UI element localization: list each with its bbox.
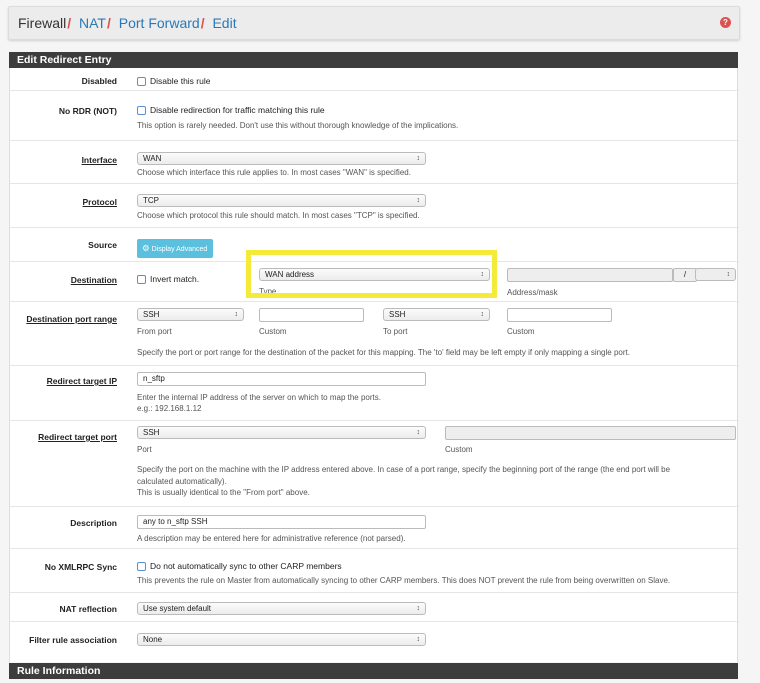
invert-match-label: Invert match. (150, 274, 200, 284)
select-arrows-icon: ↕ (416, 197, 421, 204)
redirect-ip-input[interactable]: n_sftp (137, 372, 426, 386)
no-xmlrpc-checkbox-label: Do not automatically sync to other CARP … (150, 561, 342, 571)
question-icon[interactable]: ? (720, 17, 731, 28)
from-port-custom-caption: Custom (259, 327, 287, 336)
redirect-port-value: SSH (143, 428, 160, 437)
redirect-port-custom-caption: Custom (445, 445, 473, 454)
source-label: Source (88, 240, 117, 250)
redirect-ip-label: Redirect target IP (46, 376, 117, 386)
rule-information-heading: Rule Information (9, 663, 738, 679)
row-redirect-ip: Redirect target IP n_sftp Enter the inte… (10, 366, 739, 421)
no-xmlrpc-help: This prevents the rule on Master from au… (137, 576, 671, 585)
edit-redirect-panel: Disabled Disable this rule No RDR (NOT) … (9, 52, 739, 662)
destination-address-caption: Address/mask (507, 288, 558, 297)
to-port-custom-caption: Custom (507, 327, 535, 336)
select-arrows-icon: ↕ (726, 271, 731, 278)
no-rdr-checkbox[interactable] (137, 106, 146, 115)
breadcrumb: Firewall/ NAT/ Port Forward/ Edit (18, 15, 237, 31)
gear-icon: ⚙ (142, 243, 150, 253)
no-xmlrpc-checkbox[interactable] (137, 562, 146, 571)
protocol-help: Choose which protocol this rule should m… (137, 211, 420, 220)
row-interface: Interface WAN ↕ Choose which interface th… (10, 141, 739, 184)
protocol-select[interactable]: TCP ↕ (137, 194, 426, 207)
redirect-port-select[interactable]: SSH ↕ (137, 426, 426, 439)
from-port-value: SSH (143, 310, 160, 319)
breadcrumb-separator: / (200, 15, 205, 31)
row-filter-assoc: Filter rule association None ↕ (10, 622, 739, 662)
interface-label: Interface (81, 155, 117, 165)
invert-match-checkbox[interactable] (137, 275, 146, 284)
protocol-value: TCP (143, 196, 159, 205)
select-arrows-icon: ↕ (416, 636, 421, 643)
breadcrumb-bar: Firewall/ NAT/ Port Forward/ Edit ? (8, 6, 740, 40)
redirect-port-custom-input[interactable] (445, 426, 736, 440)
row-redirect-port: Redirect target port SSH ↕ Port Custom Sp… (10, 421, 739, 507)
redirect-ip-example: e.g.: 192.168.1.12 (137, 404, 202, 413)
destination-address-input[interactable] (507, 268, 673, 282)
no-rdr-help: This option is rarely needed. Don't use … (137, 121, 459, 130)
from-port-caption: From port (137, 327, 172, 336)
row-no-rdr: No RDR (NOT) Disable redirection for tra… (10, 91, 739, 141)
dest-port-range-help: Specify the port or port range for the d… (137, 348, 630, 357)
to-port-caption: To port (383, 327, 408, 336)
redirect-port-help-cont: calculated automatically). (137, 477, 227, 486)
disabled-checkbox-label: Disable this rule (150, 76, 211, 86)
description-input[interactable]: any to n_sftp SSH (137, 515, 426, 529)
destination-mask-select[interactable]: ↕ (695, 268, 736, 281)
filter-assoc-label: Filter rule association (29, 635, 117, 645)
to-port-custom-input[interactable] (507, 308, 612, 322)
breadcrumb-port-forward-link[interactable]: Port Forward (119, 15, 200, 31)
row-protocol: Protocol TCP ↕ Choose which protocol this… (10, 184, 739, 228)
description-label: Description (70, 518, 117, 528)
dest-port-range-label: Destination port range (26, 314, 117, 324)
breadcrumb-edit-link[interactable]: Edit (212, 15, 236, 31)
redirect-port-help: Specify the port on the machine with the… (137, 465, 671, 474)
nat-reflection-label: NAT reflection (59, 604, 117, 614)
breadcrumb-separator: / (67, 15, 72, 31)
select-arrows-icon: ↕ (416, 605, 421, 612)
to-port-select[interactable]: SSH ↕ (383, 308, 490, 321)
description-help: A description may be entered here for ad… (137, 534, 406, 543)
select-arrows-icon: ↕ (416, 155, 421, 162)
from-port-custom-input[interactable] (259, 308, 364, 322)
breadcrumb-nat-link[interactable]: NAT (79, 15, 106, 31)
disabled-label: Disabled (81, 76, 117, 86)
redirect-port-label: Redirect target port (38, 432, 117, 442)
to-port-value: SSH (389, 310, 406, 319)
display-advanced-button[interactable]: ⚙ Display Advanced (137, 239, 214, 258)
display-advanced-label: Display Advanced (151, 246, 208, 253)
destination-label: Destination (70, 275, 117, 285)
row-disabled: Disabled Disable this rule (10, 68, 739, 91)
select-arrows-icon: ↕ (480, 311, 485, 318)
row-dest-port-range: Destination port range SSH ↕ From port Cu… (10, 302, 739, 366)
interface-help: Choose which interface this rule applies… (137, 168, 411, 177)
no-xmlrpc-label: No XMLRPC Sync (44, 562, 117, 572)
interface-value: WAN (143, 154, 162, 163)
redirect-ip-help: Enter the internal IP address of the ser… (137, 393, 381, 402)
select-arrows-icon: ↕ (416, 429, 421, 436)
nat-reflection-value: Use system default (143, 604, 212, 613)
no-rdr-checkbox-label: Disable redirection for traffic matching… (150, 105, 325, 115)
no-rdr-label: No RDR (NOT) (58, 106, 117, 116)
row-nat-reflection: NAT reflection Use system default ↕ (10, 593, 739, 622)
from-port-select[interactable]: SSH ↕ (137, 308, 244, 321)
filter-assoc-value: None (143, 635, 163, 644)
redirect-port-caption: Port (137, 445, 152, 454)
row-description: Description any to n_sftp SSH A descript… (10, 507, 739, 549)
nat-reflection-select[interactable]: Use system default ↕ (137, 602, 426, 615)
select-arrows-icon: ↕ (234, 311, 239, 318)
disabled-checkbox[interactable] (137, 77, 146, 86)
edit-redirect-heading: Edit Redirect Entry (9, 52, 738, 68)
row-no-xmlrpc: No XMLRPC Sync Do not automatically sync… (10, 549, 739, 593)
interface-select[interactable]: WAN ↕ (137, 152, 426, 165)
breadcrumb-firewall: Firewall (18, 15, 67, 31)
destination-slash: / (673, 268, 697, 282)
breadcrumb-separator: / (106, 15, 111, 31)
redirect-port-help-note: This is usually identical to the "From p… (137, 488, 310, 497)
protocol-label: Protocol (82, 197, 117, 207)
highlight-box (246, 250, 497, 298)
filter-assoc-select[interactable]: None ↕ (137, 633, 426, 646)
